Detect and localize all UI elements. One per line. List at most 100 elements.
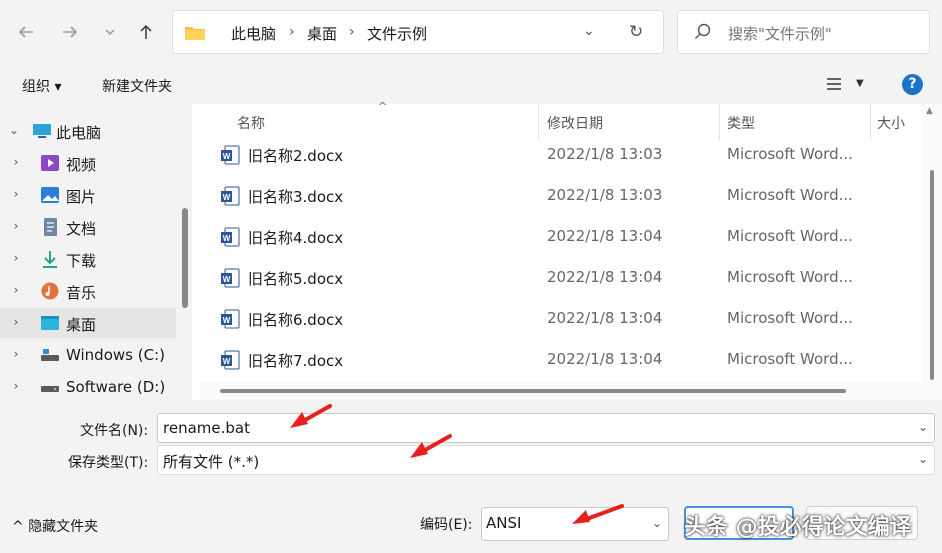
sidebar-item-label: 视频: [66, 156, 97, 174]
search-icon: [695, 23, 711, 39]
watermark: 头条 @投必得论文编译: [684, 515, 912, 540]
sidebar-item-this-pc[interactable]: ⌄ 此电脑: [0, 116, 176, 146]
column-header-size[interactable]: 大小: [877, 113, 905, 133]
filename-value: rename.bat: [163, 419, 250, 437]
word-document-icon: W: [221, 309, 240, 329]
navigation-scrollbar[interactable]: [182, 208, 188, 308]
search-box[interactable]: 搜索"文件示例": [677, 10, 930, 54]
filetype-value: 所有文件 (*.*): [163, 453, 260, 471]
annotation-arrow: [572, 504, 624, 524]
chevron-down-icon[interactable]: ⌄: [918, 452, 928, 466]
hide-folders-button[interactable]: ^ 隐藏文件夹: [12, 516, 98, 536]
filename-field[interactable]: rename.bat ⌄: [157, 413, 935, 443]
file-type: Microsoft Word...: [727, 186, 853, 204]
file-date: 2022/1/8 13:03: [547, 145, 663, 163]
file-type: Microsoft Word...: [727, 145, 853, 163]
file-type: Microsoft Word...: [727, 350, 853, 368]
sidebar-item-documents[interactable]: › 文档: [0, 212, 176, 242]
sidebar-item-downloads[interactable]: › 下载: [0, 244, 176, 274]
sidebar-item-videos[interactable]: › 视频: [0, 148, 176, 178]
chevron-down-icon[interactable]: ⌄: [918, 420, 928, 434]
view-options-icon[interactable]: [826, 76, 842, 95]
file-row[interactable]: W 旧名称5.docx 2022/1/8 13:04 Microsoft Wor…: [192, 257, 922, 298]
sidebar-item-drive-c[interactable]: › Windows (C:): [0, 340, 176, 370]
column-header-type[interactable]: 类型: [727, 113, 755, 133]
sidebar-item-pictures[interactable]: › 图片: [0, 180, 176, 210]
file-name: 旧名称4.docx: [248, 229, 344, 247]
sidebar-item-desktop[interactable]: › 桌面: [0, 308, 176, 338]
chevron-down-icon[interactable]: ⌄: [8, 123, 20, 137]
file-row[interactable]: W 旧名称2.docx 2022/1/8 13:03 Microsoft Wor…: [192, 134, 922, 175]
address-bar[interactable]: 此电脑 › 桌面 › 文件示例 ⌄ ↻: [172, 10, 664, 54]
filetype-select[interactable]: 所有文件 (*.*) ⌄: [157, 445, 935, 475]
download-icon: [43, 251, 57, 268]
file-date: 2022/1/8 13:03: [547, 186, 663, 204]
file-date: 2022/1/8 13:04: [547, 268, 663, 286]
file-date: 2022/1/8 13:04: [547, 350, 663, 368]
arrow-up-icon[interactable]: [134, 20, 158, 44]
svg-text:W: W: [223, 275, 231, 284]
word-document-icon: W: [221, 268, 240, 288]
folder-icon: [185, 27, 205, 40]
new-folder-button[interactable]: 新建文件夹: [102, 76, 172, 96]
breadcrumb-folder[interactable]: 文件示例: [367, 23, 427, 44]
music-icon: [41, 282, 59, 300]
sort-ascending-icon: ^: [378, 100, 388, 113]
encoding-value: ANSI: [486, 514, 522, 532]
chevron-right-icon[interactable]: ›: [10, 251, 22, 265]
refresh-icon[interactable]: ↻: [629, 22, 643, 42]
file-row[interactable]: W 旧名称7.docx 2022/1/8 13:04 Microsoft Wor…: [192, 339, 922, 380]
chevron-right-icon[interactable]: ›: [10, 347, 22, 361]
svg-text:W: W: [223, 234, 231, 243]
chevron-right-icon[interactable]: ›: [10, 219, 22, 233]
scrollbar-thumb[interactable]: [930, 170, 934, 380]
desktop-icon: [41, 316, 59, 330]
chevron-right-icon: ›: [349, 24, 355, 40]
column-header-date[interactable]: 修改日期: [547, 113, 603, 133]
horizontal-scrollbar[interactable]: [200, 382, 922, 400]
sidebar-item-label: 文档: [66, 220, 97, 238]
vertical-scrollbar[interactable]: ▲: [922, 104, 942, 400]
navigation-bar: 此电脑 › 桌面 › 文件示例 ⌄ ↻ 搜索"文件示例": [0, 0, 942, 66]
chevron-right-icon: ›: [289, 24, 295, 40]
scroll-up-icon[interactable]: ▲: [926, 106, 933, 116]
breadcrumb-this-pc[interactable]: 此电脑: [231, 23, 276, 44]
video-icon: [41, 155, 59, 171]
file-date: 2022/1/8 13:04: [547, 227, 663, 245]
chevron-up-icon: ^: [12, 519, 24, 535]
chevron-down-icon[interactable]: ⌄: [652, 516, 662, 530]
scrollbar-thumb[interactable]: [220, 389, 846, 393]
file-row[interactable]: W 旧名称4.docx 2022/1/8 13:04 Microsoft Wor…: [192, 216, 922, 257]
sidebar-item-drive-d[interactable]: › Software (D:): [0, 372, 176, 402]
chevron-right-icon[interactable]: ›: [10, 155, 22, 169]
chevron-right-icon[interactable]: ›: [10, 283, 22, 297]
arrow-right-icon[interactable]: [58, 20, 82, 44]
svg-text:W: W: [223, 193, 231, 202]
sidebar-item-label: Windows (C:): [66, 346, 165, 364]
file-list: ^ 名称 修改日期 类型 大小 W 旧名称2.docx 2022/1/8 13:…: [192, 100, 942, 400]
sidebar-item-label: 桌面: [66, 316, 97, 334]
sidebar-item-label: 下载: [66, 252, 97, 270]
file-name: 旧名称6.docx: [248, 311, 344, 329]
sidebar-item-label: 音乐: [66, 284, 97, 302]
sidebar-item-label: Software (D:): [66, 378, 166, 396]
document-icon: [44, 218, 57, 236]
arrow-left-icon[interactable]: [14, 20, 38, 44]
chevron-right-icon[interactable]: ›: [10, 315, 22, 329]
word-document-icon: W: [221, 227, 240, 247]
chevron-down-icon[interactable]: ▼: [856, 78, 864, 89]
sidebar-item-music[interactable]: › 音乐: [0, 276, 176, 306]
help-icon[interactable]: ?: [902, 74, 923, 95]
column-header-name[interactable]: 名称: [237, 113, 265, 133]
organize-button[interactable]: 组织 ▾: [22, 76, 61, 96]
file-type: Microsoft Word...: [727, 309, 853, 327]
file-row[interactable]: W 旧名称6.docx 2022/1/8 13:04 Microsoft Wor…: [192, 298, 922, 339]
filename-label: 文件名(N):: [80, 423, 149, 439]
file-row[interactable]: W 旧名称3.docx 2022/1/8 13:03 Microsoft Wor…: [192, 175, 922, 216]
breadcrumb-desktop[interactable]: 桌面: [307, 23, 337, 44]
chevron-right-icon[interactable]: ›: [10, 187, 22, 201]
chevron-down-icon[interactable]: [98, 20, 122, 44]
chevron-down-icon[interactable]: ⌄: [583, 23, 595, 39]
computer-icon: [33, 124, 51, 138]
chevron-right-icon[interactable]: ›: [10, 379, 22, 393]
